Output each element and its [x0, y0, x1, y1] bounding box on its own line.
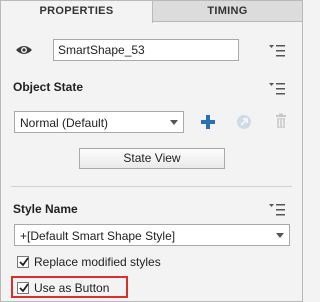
- edit-state-icon[interactable]: [236, 114, 252, 130]
- panel-tabs: PROPERTIES TIMING: [1, 1, 302, 23]
- use-as-button-row: Use as Button: [17, 280, 109, 296]
- use-as-button-label: Use as Button: [34, 281, 110, 295]
- properties-panel: PROPERTIES TIMING Object State Normal (D…: [0, 0, 303, 302]
- state-select[interactable]: Normal (Default): [14, 111, 184, 133]
- trash-icon[interactable]: [273, 113, 289, 129]
- panel-menu-icon[interactable]: [269, 83, 285, 95]
- state-select-value: Normal (Default): [20, 116, 109, 130]
- style-select[interactable]: +[Default Smart Shape Style]: [14, 224, 290, 246]
- tab-properties[interactable]: PROPERTIES: [1, 1, 153, 23]
- style-select-value: +[Default Smart Shape Style]: [20, 229, 176, 243]
- panel-menu-icon[interactable]: [269, 45, 285, 57]
- replace-styles-checkbox[interactable]: [17, 256, 29, 268]
- object-name-input[interactable]: [53, 39, 239, 61]
- state-view-button[interactable]: State View: [79, 148, 225, 169]
- style-name-title: Style Name: [13, 202, 78, 216]
- section-divider: [11, 186, 292, 187]
- replace-styles-row: Replace modified styles: [17, 254, 161, 270]
- chevron-down-icon: [276, 233, 284, 238]
- replace-styles-label: Replace modified styles: [34, 255, 161, 269]
- use-as-button-checkbox[interactable]: [17, 282, 29, 294]
- object-state-title: Object State: [13, 80, 84, 94]
- eye-icon[interactable]: [15, 44, 33, 56]
- panel-menu-icon[interactable]: [269, 204, 285, 216]
- tab-timing[interactable]: TIMING: [153, 1, 302, 22]
- plus-icon[interactable]: [200, 114, 216, 130]
- chevron-down-icon: [170, 120, 178, 125]
